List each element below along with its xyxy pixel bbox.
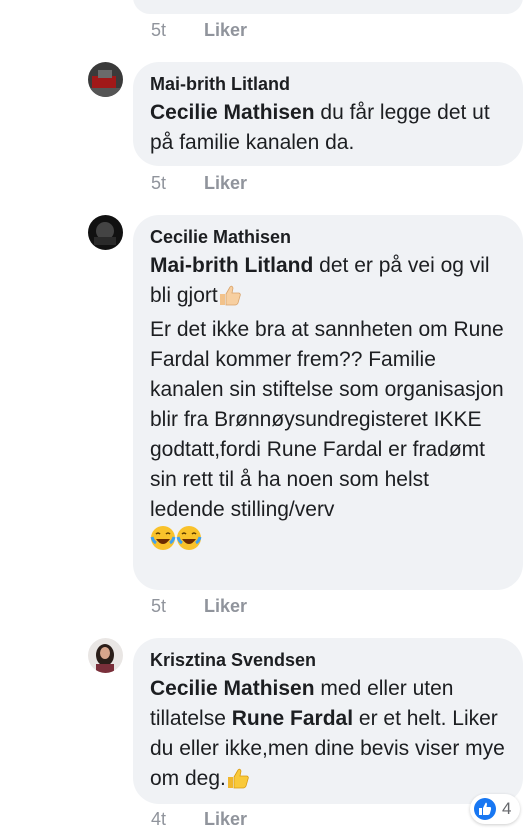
comment-body: Mai-brith Litland det er på vei og vil b… bbox=[150, 251, 507, 560]
comment-meta: 5t Liker bbox=[151, 173, 247, 194]
comment-time[interactable]: 5t bbox=[151, 173, 199, 194]
comment-meta: 4t Liker bbox=[151, 809, 247, 830]
like-button[interactable]: Liker bbox=[204, 596, 247, 616]
comment-body: Cecilie Mathisen med eller uten tillatel… bbox=[150, 674, 507, 798]
comment-time[interactable]: 4t bbox=[151, 809, 199, 830]
thumbs-up-icon bbox=[226, 767, 250, 798]
comment-author[interactable]: Cecilie Mathisen bbox=[150, 225, 507, 249]
comment-bubble: Cecilie Mathisen Mai-brith Litland det e… bbox=[133, 215, 523, 590]
like-reaction-icon bbox=[474, 798, 496, 820]
comment-bubble-partial bbox=[133, 0, 523, 14]
comment-meta: 5t Liker bbox=[151, 20, 247, 41]
comment-text: Er det ikke bra at sannheten om Rune Far… bbox=[150, 318, 504, 521]
comment-bubble: Mai-brith Litland Cecilie Mathisen du få… bbox=[133, 62, 523, 166]
comment-body: Cecilie Mathisen du får legge det ut på … bbox=[150, 98, 507, 158]
comment-bubble: Krisztina Svendsen Cecilie Mathisen med … bbox=[133, 638, 523, 804]
comment-author[interactable]: Mai-brith Litland bbox=[150, 72, 507, 96]
mention-link[interactable]: Cecilie Mathisen bbox=[150, 101, 315, 124]
like-button[interactable]: Liker bbox=[204, 809, 247, 829]
comment-author[interactable]: Krisztina Svendsen bbox=[150, 648, 507, 672]
avatar[interactable] bbox=[88, 215, 123, 250]
comment-meta: 5t Liker bbox=[151, 596, 247, 617]
avatar[interactable] bbox=[88, 638, 123, 673]
reaction-badge[interactable]: 4 bbox=[470, 794, 520, 824]
comment-time[interactable]: 5t bbox=[151, 20, 199, 41]
avatar[interactable] bbox=[88, 62, 123, 97]
like-button[interactable]: Liker bbox=[204, 173, 247, 193]
laughing-emoji-icon bbox=[150, 525, 176, 560]
comment-time[interactable]: 5t bbox=[151, 596, 199, 617]
reaction-count: 4 bbox=[502, 799, 512, 818]
like-button[interactable]: Liker bbox=[204, 20, 247, 40]
mention-link[interactable]: Mai-brith Litland bbox=[150, 254, 313, 277]
laughing-emoji-icon bbox=[176, 525, 202, 560]
mention-link[interactable]: Rune Fardal bbox=[232, 707, 353, 730]
mention-link[interactable]: Cecilie Mathisen bbox=[150, 677, 315, 700]
thumbs-up-icon bbox=[218, 284, 242, 315]
